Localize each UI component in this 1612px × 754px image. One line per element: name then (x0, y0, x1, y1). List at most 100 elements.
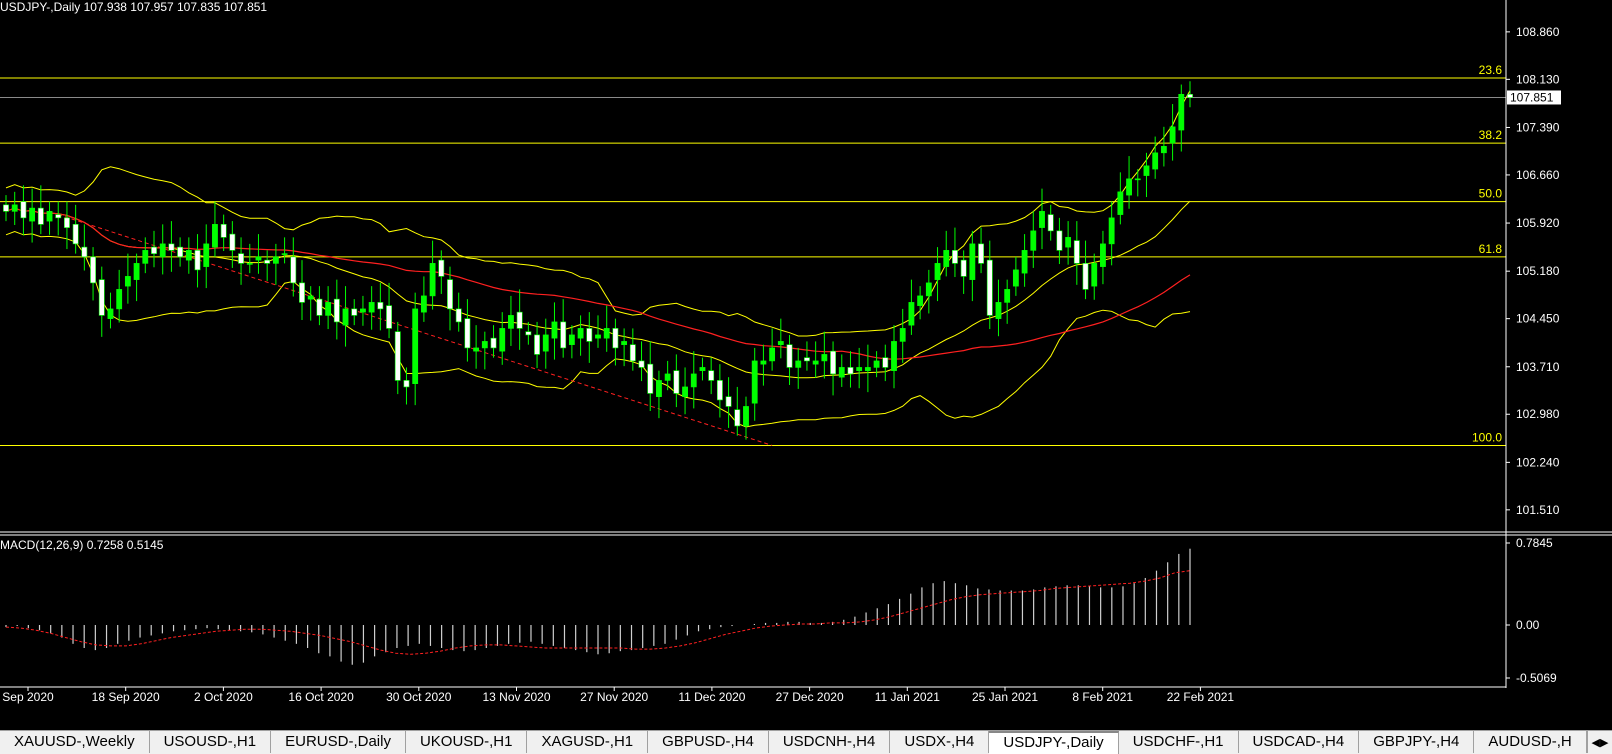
candle-body (899, 328, 906, 342)
tab-usdcnh-h4[interactable]: USDCNH-,H4 (769, 731, 891, 753)
candle-body (464, 318, 471, 349)
candle-body (586, 328, 593, 342)
candle-body (333, 298, 340, 323)
candle-body (3, 204, 9, 212)
tab-usdchf-h1[interactable]: USDCHF-,H1 (1119, 731, 1239, 753)
bollinger-middle-line (5, 200, 1191, 379)
candle-body (734, 409, 741, 427)
candle-body (1143, 165, 1150, 176)
date-tick-label: 11 Jan 2021 (875, 690, 940, 704)
candle-body (177, 246, 184, 258)
candle-body (551, 321, 558, 339)
tab-usdjpy-daily[interactable]: USDJPY-,Daily (989, 731, 1119, 754)
tab-usousd-h1[interactable]: USOUSD-,H1 (150, 731, 272, 753)
candle-body (838, 367, 845, 378)
candle-body (394, 331, 401, 381)
candle-body (438, 259, 445, 277)
candle-body (20, 201, 27, 219)
candle-body (716, 380, 723, 401)
candle-body (429, 263, 436, 297)
chart-title: USDJPY-,Daily 107.938 107.957 107.835 10… (0, 0, 267, 14)
candle-body (856, 367, 863, 371)
tab-gbpjpy-h4[interactable]: GBPJPY-,H4 (1359, 731, 1475, 753)
candle-body (159, 243, 166, 258)
candle-body (1126, 178, 1132, 196)
date-tick-label: 8 Feb 2021 (1072, 690, 1133, 704)
candle-body (1091, 263, 1098, 287)
candle-body (360, 308, 366, 313)
tab-scroll-icon[interactable]: ◀▶ (1587, 731, 1612, 753)
candle-body (246, 263, 253, 265)
price-tick-label: 106.660 (1516, 168, 1560, 182)
tab-audusd-h[interactable]: AUDUSD-,H (1474, 731, 1587, 753)
price-chart-svg: 23.6 38.2 50.0 61.8 100.0 108.860 108.130 107.… (0, 0, 1612, 704)
chart-area[interactable]: 23.6 38.2 50.0 61.8 100.0 108.860 108.130 107.… (0, 0, 1612, 730)
macd-tick-label: 0.7845 (1516, 536, 1553, 550)
candle-body (142, 250, 149, 264)
candle-body (525, 331, 532, 336)
candle-body (1012, 269, 1019, 287)
candle-body (804, 357, 810, 362)
tab-eurusd-daily[interactable]: EURUSD-,Daily (271, 731, 406, 753)
candle-body (812, 360, 819, 365)
macd-tick-label: 0.00 (1516, 618, 1540, 632)
candle-body (508, 315, 514, 329)
price-tick-label: 107.390 (1516, 120, 1560, 134)
tab-xauusd-weekly[interactable]: XAUUSD-,Weekly (0, 731, 150, 753)
candle-body (891, 341, 897, 371)
candle-body (673, 370, 680, 394)
candle-body (925, 282, 932, 297)
candle-body (943, 250, 950, 267)
candle-body (194, 250, 201, 271)
tab-xagusd-h1[interactable]: XAGUSD-,H1 (527, 731, 649, 753)
date-tick-label: 13 Nov 2020 (482, 690, 550, 704)
macd-tick-label: -0.5069 (1516, 671, 1557, 685)
candle-body (29, 207, 36, 222)
fib-level-label: 23.6 (1479, 63, 1503, 77)
price-tick-label: 108.130 (1516, 72, 1560, 86)
candle-body (1117, 191, 1124, 215)
candle-body (81, 246, 88, 258)
candle-body (238, 253, 244, 264)
candle-body (621, 341, 628, 345)
tab-usdcad-h4[interactable]: USDCAD-,H4 (1239, 731, 1360, 753)
tab-gbpusd-h4[interactable]: GBPUSD-,H4 (648, 731, 769, 753)
candle-body (11, 204, 18, 212)
candle-body (290, 256, 297, 284)
candle-body (98, 279, 105, 316)
date-tick-label: 22 Feb 2021 (1167, 690, 1235, 704)
tab-ukousd-h1[interactable]: UKOUSD-,H1 (406, 731, 528, 753)
candle-body (986, 259, 993, 316)
candle-body (229, 233, 236, 251)
date-tick-label: 25 Jan 2021 (972, 690, 1038, 704)
candle-body (203, 243, 210, 267)
candle-body (960, 259, 967, 277)
date-tick-label: 27 Dec 2020 (776, 690, 844, 704)
candle-body (1134, 178, 1141, 181)
candle-body (908, 302, 915, 326)
candle-body (473, 347, 480, 352)
candle-body (481, 341, 488, 349)
candle-body (351, 308, 358, 316)
candle-body (751, 360, 758, 404)
macd-label: MACD(12,26,9) 0.7258 0.5145 (0, 538, 164, 552)
candle-body (1039, 211, 1045, 228)
candle-body (386, 305, 392, 329)
candle-body (490, 337, 497, 349)
candle-body (342, 308, 349, 326)
candle-body (403, 380, 410, 388)
fib-level-label: 100.0 (1472, 430, 1502, 444)
candle-body (168, 243, 175, 251)
candle-body (612, 328, 619, 349)
candle-body (72, 224, 79, 245)
candle-body (447, 279, 453, 310)
tab-usdx-h4[interactable]: USDX-,H4 (890, 731, 990, 753)
candle-body (1152, 152, 1159, 170)
candle-body (917, 295, 924, 306)
candle-body (124, 276, 131, 287)
candle-body (847, 367, 854, 375)
date-tick-label: 27 Nov 2020 (580, 690, 648, 704)
candle-body (656, 380, 662, 397)
fib-level-label: 38.2 (1479, 128, 1503, 142)
candle-body (1056, 230, 1063, 251)
